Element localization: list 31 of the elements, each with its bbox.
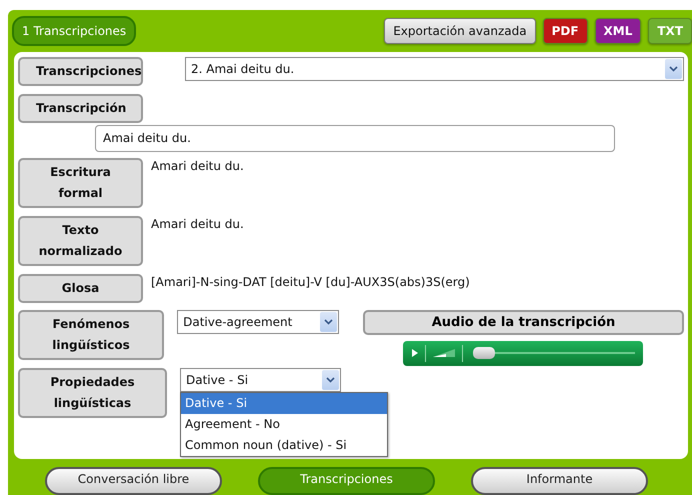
dropdown-option[interactable]: Common noun (dative) - Si — [181, 434, 387, 456]
volume-icon[interactable] — [432, 348, 456, 358]
audio-button[interactable]: Audio de la transcripción — [363, 310, 684, 335]
formal-writing-text: Amari deitu du. — [150, 158, 244, 173]
bottom-tab[interactable]: Transcripciones — [258, 467, 435, 495]
field-label-button[interactable]: Glosa — [18, 274, 143, 303]
normalized-text: Amari deitu du. — [150, 216, 244, 231]
pdf-button[interactable]: PDF — [542, 18, 588, 44]
dropdown-select[interactable]: 2. Amai deitu du. — [185, 56, 684, 81]
gloss-text: [Amari]-N-sing-DAT [deitu]-V [du]-AUX3S(abs)3S(erg) — [150, 274, 470, 289]
field-label-button[interactable]: Propiedades lingüísticas — [18, 368, 167, 418]
chevron-down-icon — [669, 66, 678, 72]
bottom-tab[interactable]: Conversación libre — [45, 467, 222, 495]
bottom-tab[interactable]: Informante — [471, 467, 648, 495]
panel-tab[interactable]: 1 Transcripciones — [12, 16, 136, 46]
dropdown-option[interactable]: Dative - Si — [181, 392, 387, 414]
dropdown-select[interactable]: Dative-agreement — [177, 310, 339, 334]
play-icon[interactable] — [411, 348, 419, 358]
field-label-button[interactable]: Escritura formal — [18, 158, 143, 208]
field-label-button[interactable]: Transcripción — [18, 94, 143, 123]
chevron-down-icon — [324, 318, 333, 325]
chevron-down-icon — [326, 376, 335, 383]
transcription-field[interactable]: Amai deitu du. — [95, 124, 615, 152]
export-button[interactable]: Exportación avanzada — [384, 18, 536, 44]
field-label-button[interactable]: Texto normalizado — [18, 216, 143, 266]
dropdown-option[interactable]: Agreement - No — [181, 414, 387, 435]
field-label-button[interactable]: Fenómenos lingüísticos — [18, 310, 164, 360]
field-label-button[interactable]: Transcripciones — [18, 56, 143, 86]
dropdown-select[interactable]: Dative - Si — [180, 368, 341, 392]
xml-button[interactable]: XML — [594, 18, 642, 44]
seek-thumb[interactable] — [473, 347, 495, 360]
